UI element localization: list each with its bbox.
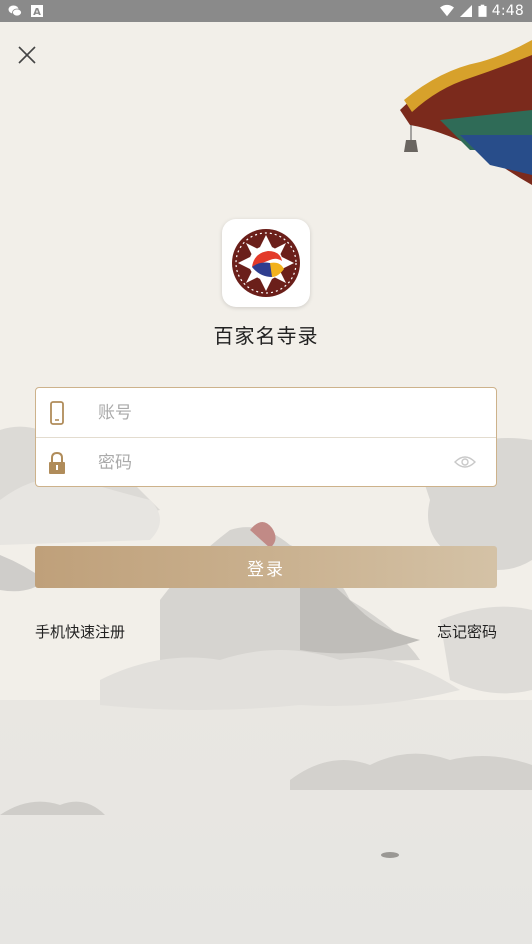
phone-icon — [50, 401, 64, 425]
account-input[interactable] — [96, 396, 440, 430]
lock-icon — [49, 451, 65, 474]
forgot-password-link[interactable]: 忘记密码 — [437, 621, 497, 642]
status-time: 4:48 — [491, 3, 524, 19]
signal-icon — [459, 5, 472, 17]
login-form — [35, 387, 497, 487]
status-bar: A 4:48 — [0, 0, 532, 22]
battery-icon — [478, 4, 487, 17]
wechat-icon — [8, 5, 22, 17]
account-field — [36, 388, 496, 437]
close-icon[interactable] — [12, 40, 42, 70]
a-app-icon: A — [31, 5, 43, 18]
wifi-icon — [439, 4, 454, 17]
password-input[interactable] — [96, 446, 440, 480]
svg-text:A: A — [33, 7, 41, 18]
app-logo — [222, 219, 310, 307]
temple-lotus-logo-icon — [232, 229, 300, 297]
login-button[interactable]: 登录 — [35, 546, 497, 588]
eye-icon[interactable] — [454, 454, 476, 470]
app-name: 百家名寺录 — [213, 324, 319, 348]
password-field — [36, 437, 496, 487]
register-link[interactable]: 手机快速注册 — [35, 621, 125, 642]
